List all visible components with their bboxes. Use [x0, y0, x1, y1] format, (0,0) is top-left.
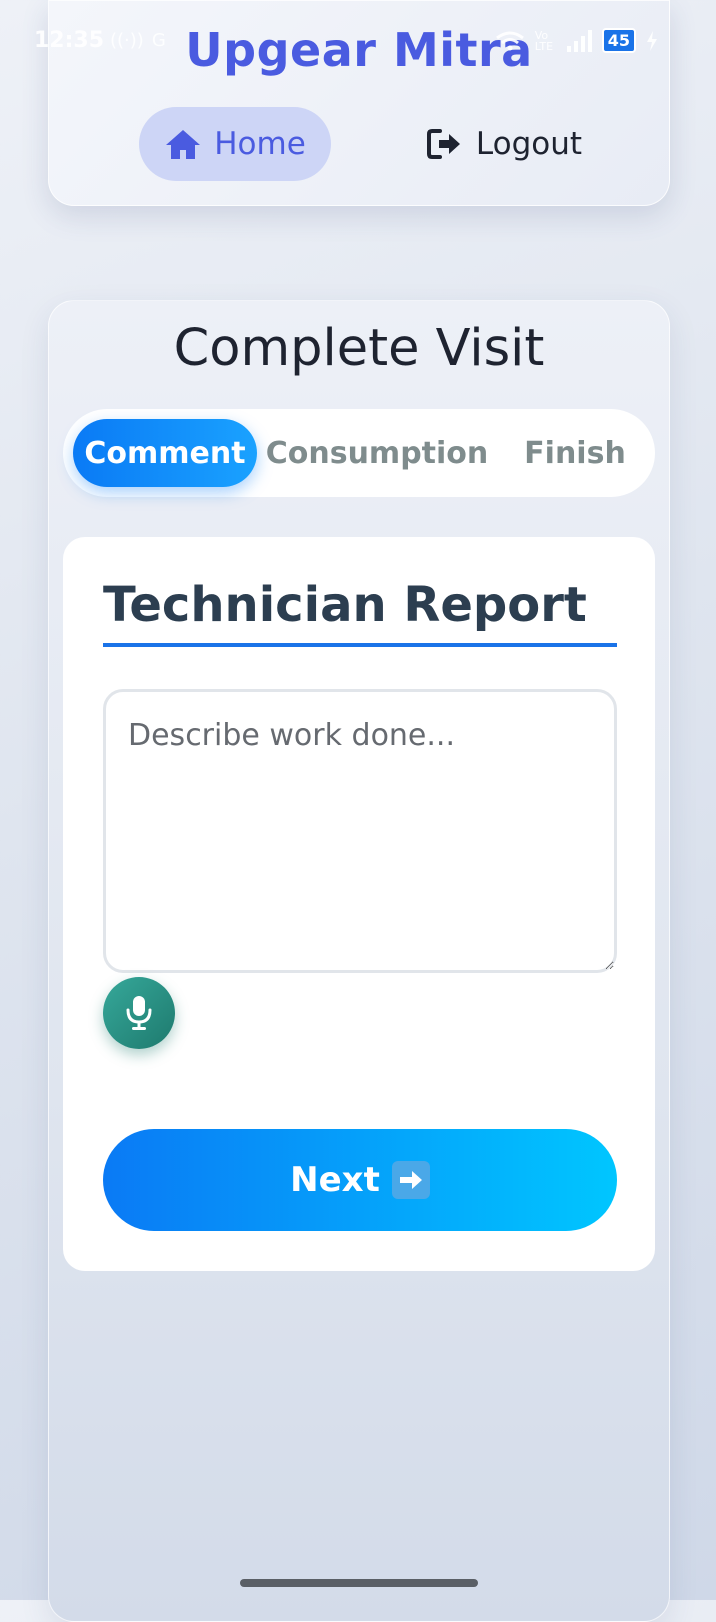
nav-home-button[interactable]: Home [139, 107, 331, 181]
battery-icon: 45 [601, 28, 636, 53]
visit-step-tabs: Comment Consumption Finish [63, 409, 655, 497]
cellular-signal-icon [566, 29, 592, 52]
next-button[interactable]: Next [103, 1129, 617, 1231]
tab-comment[interactable]: Comment [73, 419, 257, 487]
google-icon: G [151, 30, 166, 51]
nav-home-label: Home [214, 126, 306, 162]
logout-icon [426, 125, 464, 163]
nav-logout-label: Logout [475, 126, 583, 162]
status-time: 12:35 [34, 28, 105, 53]
charging-icon [647, 30, 657, 51]
status-notification-icons: ((·)) G [110, 30, 166, 51]
signal-notification-icon: ((·)) [110, 30, 144, 51]
next-button-label: Next [290, 1160, 380, 1200]
network-label: Vo LTE [534, 28, 554, 53]
tab-finish[interactable]: Finish [513, 419, 637, 487]
home-icon [164, 125, 202, 163]
report-textarea[interactable] [103, 689, 617, 973]
voice-input-button[interactable] [103, 977, 175, 1049]
status-system-icons: Vo LTE 45 [495, 28, 658, 53]
technician-report-form: Technician Report Next [63, 537, 655, 1271]
section-title: Technician Report [103, 577, 587, 633]
page-title: Complete Visit [173, 319, 545, 378]
tab-consumption[interactable]: Consumption [263, 419, 491, 487]
microphone-icon [124, 994, 154, 1032]
arrow-right-icon [391, 1161, 430, 1199]
nav-logout-button[interactable]: Logout [389, 107, 619, 181]
wifi-icon [495, 31, 524, 50]
home-indicator[interactable] [240, 1579, 478, 1587]
section-underline [103, 643, 617, 647]
status-bar: 12:35 ((·)) G Vo LTE 45 [0, 0, 716, 80]
complete-visit-card: Complete Visit Comment Consumption Finis… [48, 300, 670, 1622]
